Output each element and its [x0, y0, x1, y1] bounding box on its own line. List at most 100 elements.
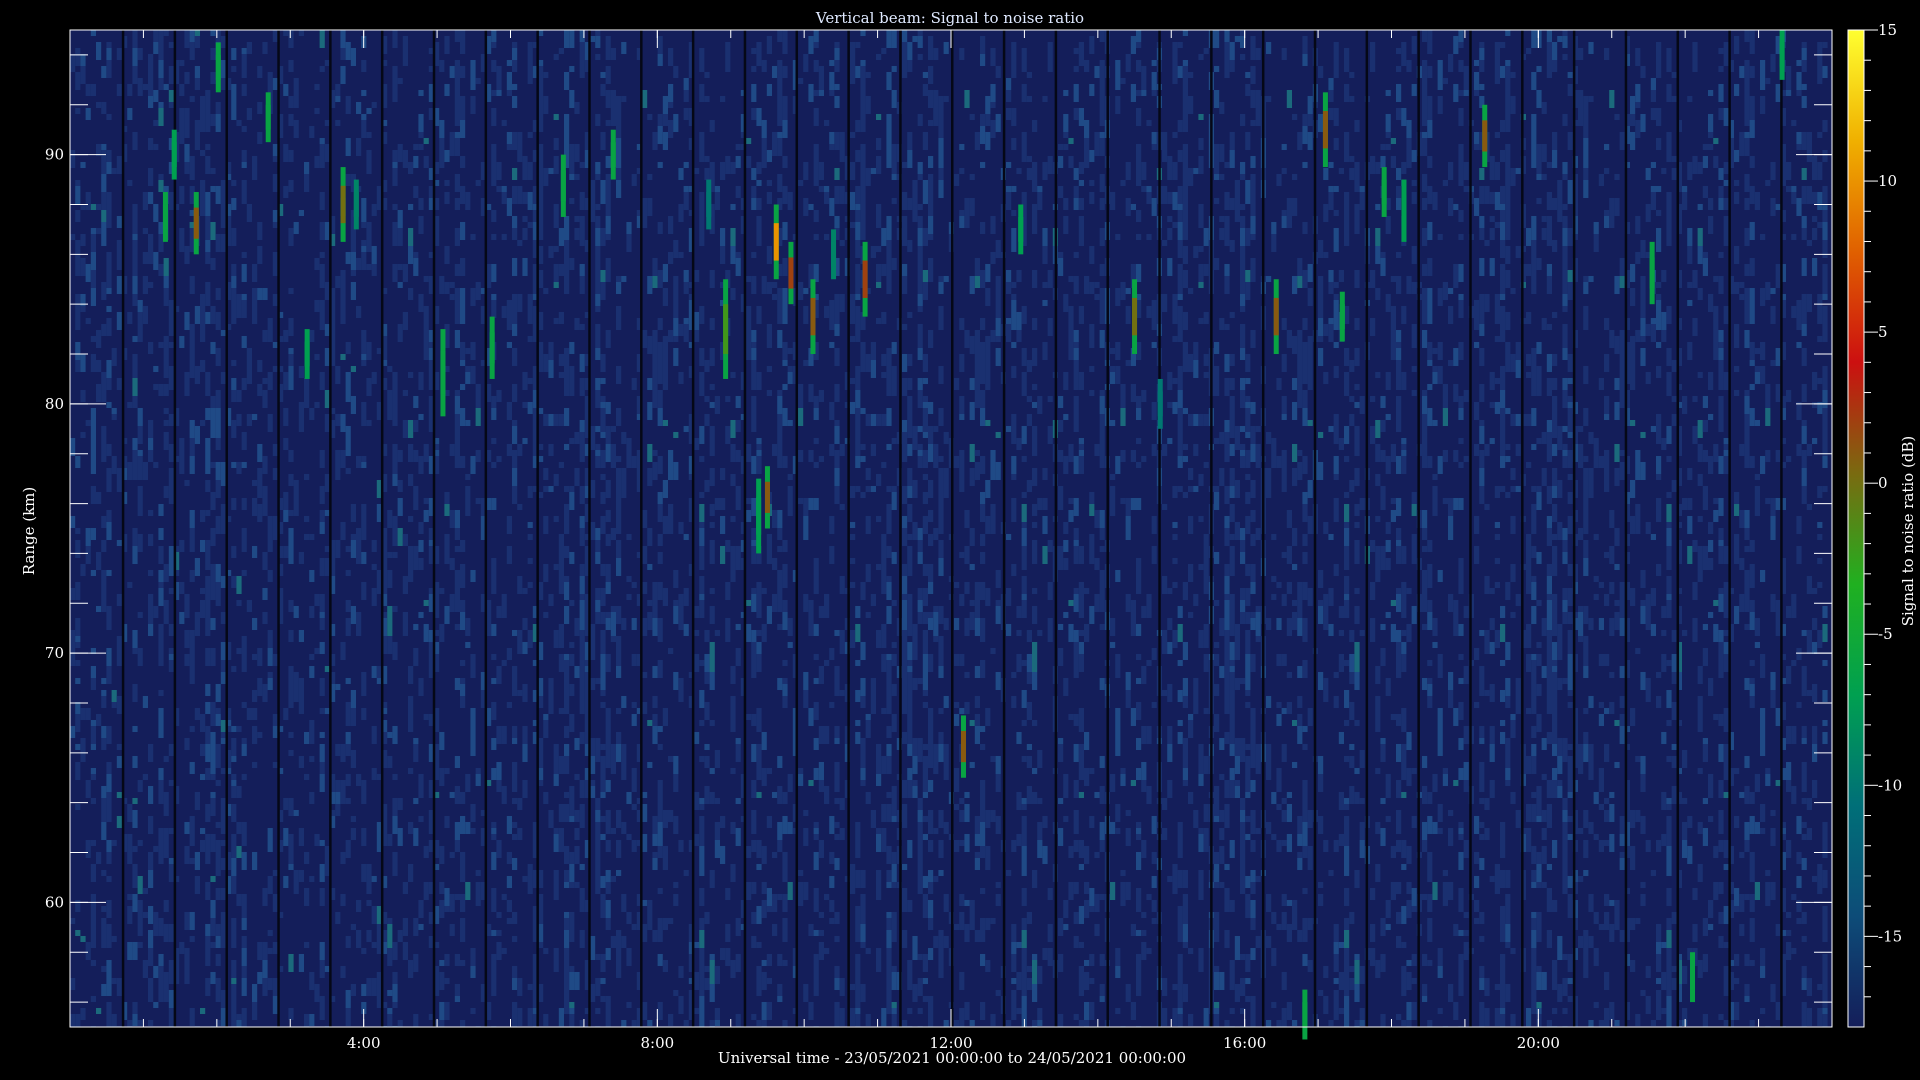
- noise-cell: [189, 528, 195, 534]
- noise-cell: [917, 456, 923, 462]
- noise-cell: [610, 744, 616, 756]
- noise-cell: [798, 768, 804, 774]
- noise-cell: [106, 726, 112, 744]
- noise-cell: [158, 828, 164, 846]
- noise-cell: [782, 612, 788, 630]
- noise-cell: [413, 486, 419, 492]
- noise-cell: [236, 1020, 242, 1027]
- noise-cell: [215, 408, 221, 426]
- noise-cell: [90, 960, 96, 966]
- noise-cell: [564, 576, 570, 582]
- noise-cell: [439, 1020, 445, 1027]
- noise-cell: [168, 1020, 174, 1027]
- noise-cell: [80, 738, 86, 744]
- noise-cell: [922, 432, 928, 438]
- noise-cell: [1125, 498, 1131, 516]
- noise-cell: [449, 852, 455, 858]
- noise-cell: [569, 966, 575, 972]
- noise-cell: [272, 894, 278, 912]
- noise-cell: [465, 486, 471, 492]
- noise-cell: [148, 96, 154, 108]
- noise-cell: [751, 714, 757, 726]
- noise-cell: [616, 636, 622, 648]
- noise-cell: [772, 894, 778, 912]
- noise-cell: [756, 1020, 762, 1026]
- noise-cell: [891, 198, 897, 204]
- noise-cell: [444, 534, 450, 546]
- noise-cell: [366, 378, 372, 396]
- noise-cell: [168, 468, 174, 486]
- noise-cell: [600, 354, 606, 372]
- noise-cell: [699, 492, 705, 498]
- noise-cell: [101, 174, 107, 192]
- noise-cell: [1068, 342, 1074, 360]
- noise-cell: [1063, 540, 1069, 552]
- noise-cell: [127, 1020, 133, 1027]
- noise-cell: [756, 864, 762, 870]
- noise-cell: [829, 72, 835, 90]
- noise-cell: [886, 918, 892, 930]
- noise-cell: [933, 612, 939, 618]
- noise-cell: [101, 540, 107, 552]
- noise-cell: [980, 660, 986, 666]
- noise-cell: [179, 60, 185, 66]
- noise-cell: [1032, 792, 1038, 804]
- noise-cell: [725, 60, 731, 72]
- noise-cell: [990, 102, 996, 108]
- noise-cell: [501, 894, 507, 900]
- noise-cell: [928, 918, 934, 930]
- noise-cell: [194, 66, 200, 78]
- noise-cell: [501, 306, 507, 318]
- noise-cell: [366, 264, 372, 270]
- noise-cell: [709, 270, 715, 288]
- noise-cell: [423, 846, 429, 858]
- noise-cell: [366, 342, 372, 360]
- noise-cell: [657, 138, 663, 144]
- noise-cell: [158, 504, 164, 516]
- noise-cell: [943, 744, 949, 756]
- noise-cell: [1006, 270, 1012, 282]
- noise-cell: [886, 912, 892, 918]
- noise-cell: [558, 312, 564, 324]
- noise-cell: [813, 558, 819, 576]
- noise-cell: [168, 546, 174, 564]
- noise-cell: [153, 30, 159, 42]
- noise-cell: [595, 36, 601, 42]
- noise-cell: [460, 1020, 466, 1027]
- noise-cell: [361, 672, 367, 690]
- noise-cell: [1026, 786, 1032, 804]
- noise-cell: [605, 708, 611, 726]
- noise-cell: [818, 186, 824, 192]
- noise-cell: [512, 132, 518, 144]
- noise-cell: [408, 960, 414, 966]
- noise-cell: [657, 624, 663, 642]
- noise-cell: [746, 510, 752, 522]
- noise-cell: [761, 984, 767, 990]
- noise-cell: [881, 564, 887, 576]
- noise-cell: [917, 588, 923, 594]
- noise-cell: [163, 990, 169, 1002]
- noise-cell: [714, 498, 720, 510]
- noise-cell: [834, 294, 840, 312]
- noise-cell: [168, 324, 174, 336]
- noise-cell: [314, 300, 320, 312]
- noise-cell: [205, 738, 211, 744]
- noise-cell: [210, 30, 216, 36]
- noise-cell: [756, 108, 762, 126]
- noise-cell: [954, 582, 960, 588]
- noise-cell: [699, 54, 705, 66]
- noise-cell: [834, 324, 840, 336]
- noise-cell: [938, 324, 944, 330]
- noise-cell: [522, 258, 528, 276]
- noise-cell: [470, 660, 476, 678]
- noise-cell: [132, 696, 138, 702]
- noise-cell: [210, 306, 216, 324]
- noise-cell: [652, 834, 658, 846]
- noise-cell: [995, 336, 1001, 342]
- noise-cell: [1099, 678, 1105, 690]
- noise-cell: [371, 876, 377, 882]
- noise-cell: [553, 138, 559, 150]
- noise-cell: [137, 1020, 143, 1026]
- noise-cell: [189, 366, 195, 378]
- noise-cell: [1094, 150, 1100, 156]
